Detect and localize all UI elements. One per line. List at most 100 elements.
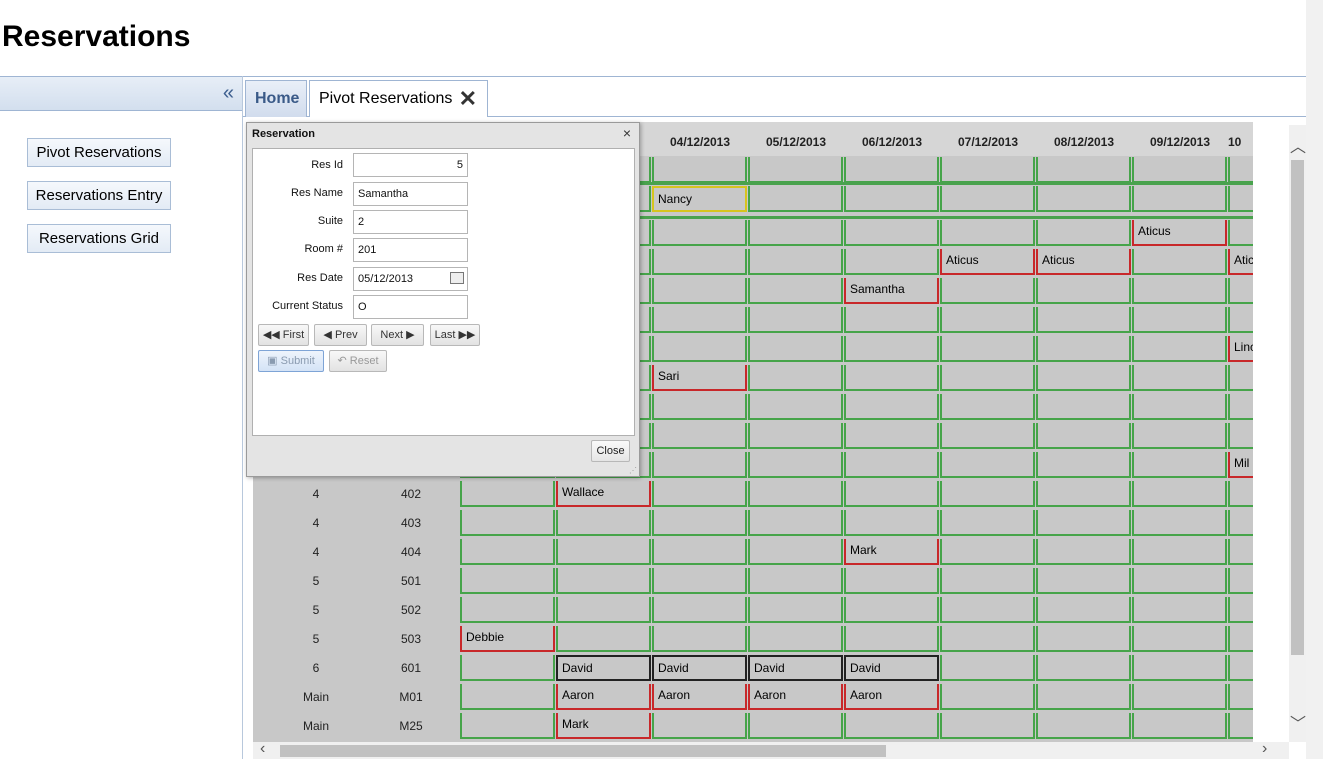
reservation-cell[interactable] <box>460 684 555 710</box>
reservation-cell[interactable] <box>1228 307 1253 333</box>
reservation-cell[interactable] <box>844 307 939 333</box>
reservation-cell[interactable] <box>1132 510 1227 536</box>
reservation-cell[interactable] <box>1132 423 1227 449</box>
first-button[interactable]: ◀◀ First <box>258 324 309 346</box>
reservation-cell[interactable] <box>940 481 1035 507</box>
reservation-cell[interactable] <box>940 452 1035 478</box>
reservation-cell[interactable] <box>844 713 939 739</box>
reservation-cell[interactable]: Samantha <box>844 278 939 304</box>
reservation-cell[interactable] <box>1036 365 1131 391</box>
reservation-cell[interactable] <box>1132 157 1227 183</box>
dialog-close-button[interactable]: Close <box>591 440 630 462</box>
reservation-cell[interactable] <box>652 597 747 623</box>
reservation-cell[interactable] <box>940 394 1035 420</box>
reservation-cell[interactable]: Aaron <box>748 684 843 710</box>
reservation-cell[interactable] <box>748 423 843 449</box>
reservation-cell[interactable]: Mil <box>1228 452 1253 478</box>
reservation-cell[interactable] <box>652 249 747 275</box>
reservation-cell[interactable] <box>1228 220 1253 246</box>
reservation-cell[interactable] <box>652 481 747 507</box>
vertical-scroll-thumb[interactable] <box>1291 160 1304 655</box>
submit-button[interactable]: ▣ Submit <box>258 350 324 372</box>
reservation-cell[interactable] <box>1132 307 1227 333</box>
reservation-cell[interactable]: David <box>652 655 747 681</box>
reservation-cell[interactable] <box>652 220 747 246</box>
reservation-cell[interactable] <box>748 157 843 183</box>
reservation-cell[interactable] <box>1228 394 1253 420</box>
reservation-cell[interactable] <box>1228 539 1253 565</box>
reservation-cell[interactable] <box>1228 597 1253 623</box>
nav-reservations-grid-button[interactable]: Reservations Grid <box>27 224 171 253</box>
reservation-cell[interactable] <box>940 220 1035 246</box>
reservation-cell[interactable] <box>748 220 843 246</box>
reservation-cell[interactable] <box>940 626 1035 652</box>
reservation-cell[interactable]: David <box>748 655 843 681</box>
reservation-cell[interactable] <box>844 510 939 536</box>
reservation-cell[interactable] <box>940 684 1035 710</box>
reservation-cell[interactable] <box>940 423 1035 449</box>
reservation-cell[interactable] <box>1228 684 1253 710</box>
reservation-cell[interactable] <box>1036 626 1131 652</box>
reservation-cell[interactable] <box>556 626 651 652</box>
reservation-cell[interactable] <box>1036 278 1131 304</box>
reservation-cell[interactable] <box>748 510 843 536</box>
reservation-cell[interactable] <box>844 452 939 478</box>
reservation-cell[interactable] <box>460 597 555 623</box>
reservation-cell[interactable]: Aticus <box>1228 249 1253 275</box>
resize-grip-icon[interactable]: ⋰ <box>629 466 637 475</box>
reservation-cell[interactable] <box>652 336 747 362</box>
nav-pivot-reservations-button[interactable]: Pivot Reservations <box>27 138 171 167</box>
reservation-cell[interactable] <box>748 539 843 565</box>
next-button[interactable]: Next ▶ <box>371 324 424 346</box>
scroll-left-icon[interactable]: ‹ <box>260 740 265 758</box>
reservation-cell[interactable] <box>1036 394 1131 420</box>
reservation-cell[interactable] <box>748 568 843 594</box>
reservation-cell[interactable] <box>1036 684 1131 710</box>
reservation-cell[interactable] <box>1036 336 1131 362</box>
scroll-down-icon[interactable]: ﹀ <box>1290 710 1306 734</box>
reservation-cell[interactable] <box>748 249 843 275</box>
collapse-panel-icon[interactable]: « <box>223 83 234 103</box>
reservation-cell[interactable] <box>652 510 747 536</box>
reservation-cell[interactable] <box>460 655 555 681</box>
reservation-cell[interactable] <box>1132 655 1227 681</box>
reservation-cell[interactable] <box>844 423 939 449</box>
reservation-cell[interactable] <box>844 481 939 507</box>
reservation-cell[interactable] <box>940 655 1035 681</box>
reservation-cell[interactable] <box>556 510 651 536</box>
reservation-cell[interactable] <box>1228 157 1253 183</box>
reservation-cell[interactable] <box>1228 626 1253 652</box>
current-status-field[interactable]: O <box>353 295 468 319</box>
reservation-cell[interactable] <box>844 597 939 623</box>
reservation-cell[interactable] <box>940 597 1035 623</box>
reservation-cell[interactable] <box>940 278 1035 304</box>
reservation-cell[interactable]: Debbie <box>460 626 555 652</box>
reservation-cell[interactable] <box>1132 713 1227 739</box>
reservation-cell[interactable] <box>652 423 747 449</box>
reservation-cell[interactable] <box>748 365 843 391</box>
reservation-cell[interactable] <box>748 452 843 478</box>
reservation-cell[interactable] <box>460 481 555 507</box>
reservation-cell[interactable] <box>1132 597 1227 623</box>
nav-reservations-entry-button[interactable]: Reservations Entry <box>27 181 171 210</box>
reservation-cell[interactable] <box>1132 626 1227 652</box>
reservation-cell[interactable] <box>1036 481 1131 507</box>
reservation-cell[interactable] <box>940 336 1035 362</box>
reservation-cell[interactable] <box>1228 655 1253 681</box>
reservation-cell[interactable] <box>844 626 939 652</box>
reservation-cell[interactable]: Nancy <box>652 186 747 212</box>
reservation-cell[interactable] <box>652 394 747 420</box>
dialog-close-icon[interactable]: × <box>623 125 631 141</box>
reservation-cell[interactable] <box>1132 394 1227 420</box>
reservation-cell[interactable]: Aaron <box>652 684 747 710</box>
reservation-cell[interactable] <box>748 713 843 739</box>
horizontal-scroll-thumb[interactable] <box>280 745 886 757</box>
reservation-cell[interactable] <box>1036 157 1131 183</box>
reservation-cell[interactable] <box>1132 481 1227 507</box>
reservation-cell[interactable] <box>1036 597 1131 623</box>
reservation-cell[interactable]: Mark <box>844 539 939 565</box>
reservation-cell[interactable] <box>1228 423 1253 449</box>
reservation-cell[interactable] <box>1132 278 1227 304</box>
reservation-cell[interactable] <box>844 365 939 391</box>
reset-button[interactable]: ↶ Reset <box>329 350 387 372</box>
